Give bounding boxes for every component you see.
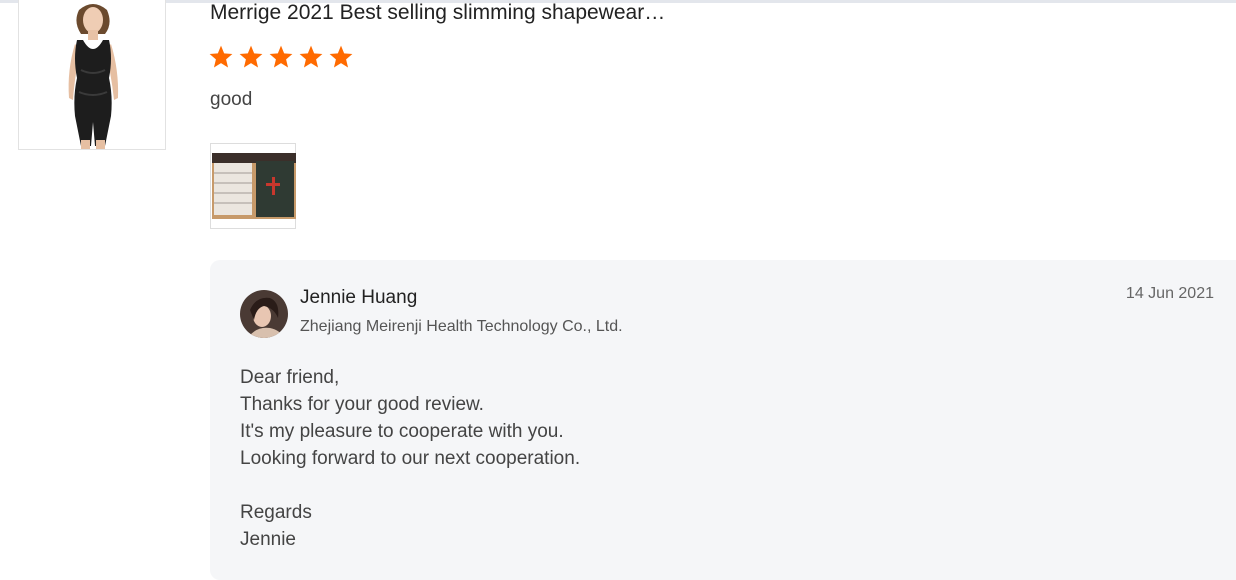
reply-date: 14 Jun 2021: [1125, 285, 1214, 302]
review-photo[interactable]: [210, 143, 296, 229]
star-icon: [269, 45, 293, 68]
reply-line: Regards: [240, 502, 312, 523]
seller-name: Jennie Huang: [300, 287, 418, 308]
seller-company: Zhejiang Meirenji Health Technology Co.,…: [300, 318, 623, 335]
star-icon: [209, 45, 233, 68]
product-image[interactable]: [18, 0, 166, 150]
star-icon: [299, 45, 323, 68]
rating-stars: [208, 44, 354, 70]
reply-message: Dear friend, Thanks for your good review…: [240, 364, 580, 553]
seller-reply: Jennie Huang Zhejiang Meirenji Health Te…: [210, 260, 1236, 580]
star-icon: [329, 45, 353, 68]
reply-line: Thanks for your good review.: [240, 394, 484, 415]
shapewear-model-illustration: [19, 0, 165, 149]
reply-line: [240, 472, 580, 499]
reply-line: It's my pleasure to cooperate with you.: [240, 421, 564, 442]
product-title[interactable]: Merrige 2021 Best selling slimming shape…: [210, 1, 665, 25]
seller-avatar[interactable]: [240, 290, 288, 338]
avatar-photo: [240, 290, 288, 338]
review-text: good: [210, 89, 253, 110]
reply-line: Jennie: [240, 529, 296, 550]
star-icon: [239, 45, 263, 68]
packaging-photo: [212, 153, 296, 219]
reply-line: Looking forward to our next cooperation.: [240, 448, 581, 469]
reply-line: Dear friend,: [240, 367, 340, 388]
